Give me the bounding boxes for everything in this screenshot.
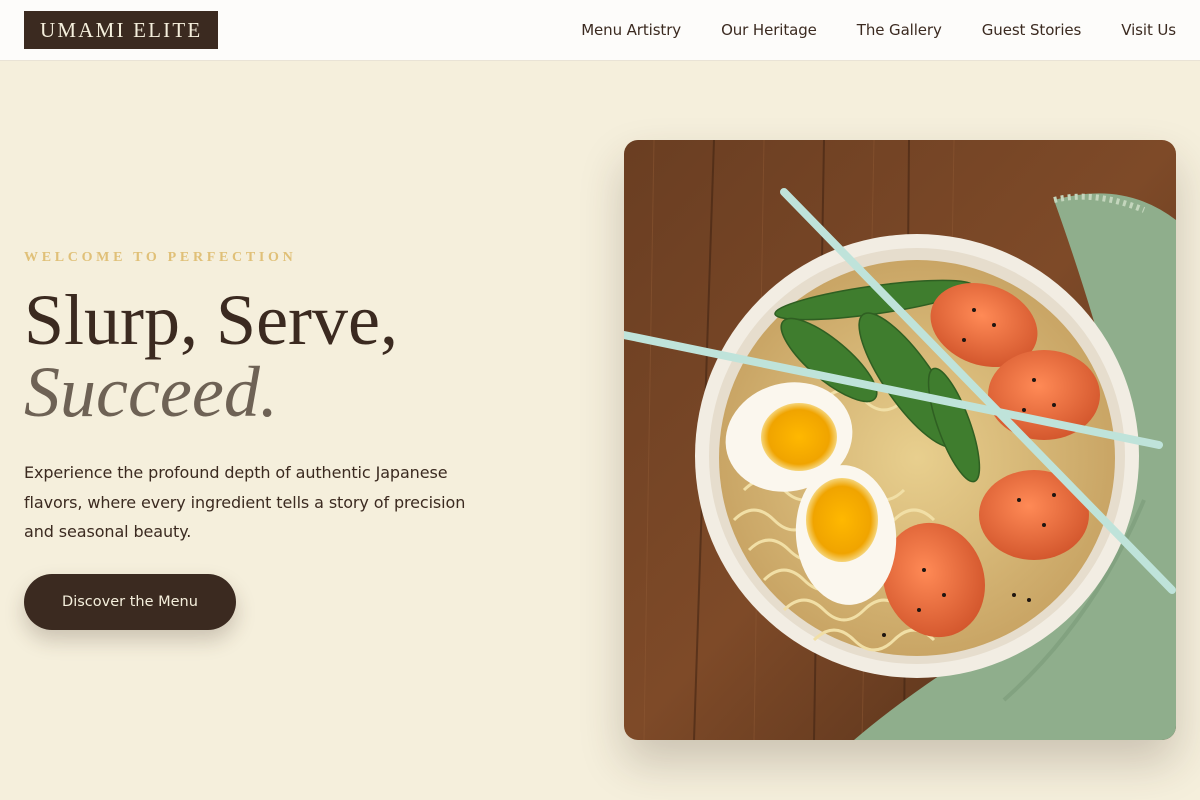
discover-menu-button[interactable]: Discover the Menu <box>24 574 236 630</box>
nav-item-guest-stories[interactable]: Guest Stories <box>982 21 1082 39</box>
hero-headline-line1: Slurp, Serve, <box>24 280 398 360</box>
hero-text: WELCOME TO PERFECTION Slurp, Serve, Succ… <box>24 250 504 547</box>
main-nav: Menu Artistry Our Heritage The Gallery G… <box>581 21 1176 39</box>
site-header: UMAMI ELITE Menu Artistry Our Heritage T… <box>0 0 1200 61</box>
ramen-bowl-image <box>624 140 1176 740</box>
brand-logo[interactable]: UMAMI ELITE <box>24 11 219 49</box>
hero-headline-line2: Succeed. <box>24 352 278 432</box>
hero-eyebrow: WELCOME TO PERFECTION <box>24 250 297 265</box>
hero-description: Experience the profound depth of authent… <box>24 463 466 541</box>
nav-item-visit-us[interactable]: Visit Us <box>1121 21 1176 39</box>
nav-item-the-gallery[interactable]: The Gallery <box>857 21 942 39</box>
nav-item-our-heritage[interactable]: Our Heritage <box>721 21 817 39</box>
hero-headline: Slurp, Serve, Succeed. <box>24 284 504 428</box>
nav-item-menu-artistry[interactable]: Menu Artistry <box>581 21 681 39</box>
